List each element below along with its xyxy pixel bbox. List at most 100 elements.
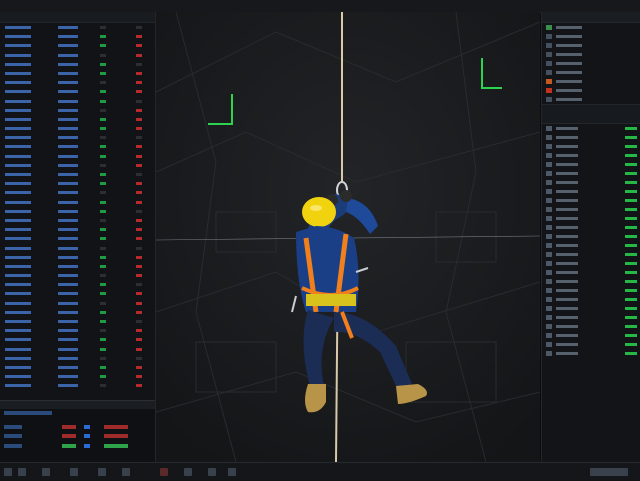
- row-cell: [556, 325, 578, 328]
- row-cell: [556, 62, 582, 65]
- left-list-row[interactable]: [0, 308, 155, 317]
- left-list-row[interactable]: [0, 60, 155, 69]
- left-list-row[interactable]: [0, 124, 155, 133]
- row-cell: [58, 62, 78, 66]
- right-list-row[interactable]: [542, 286, 640, 295]
- right-list-row[interactable]: [542, 304, 640, 313]
- left-list-row[interactable]: [0, 207, 155, 216]
- left-list-row[interactable]: [0, 41, 155, 50]
- left-list-row[interactable]: [0, 32, 155, 41]
- left-list-row[interactable]: [0, 142, 155, 151]
- toolbar-button[interactable]: [160, 468, 168, 476]
- right-top-row[interactable]: [542, 23, 640, 32]
- left-list-row[interactable]: [0, 280, 155, 289]
- row-cell: [556, 127, 578, 130]
- left-list-row[interactable]: [0, 78, 155, 87]
- toolbar-button[interactable]: [42, 468, 50, 476]
- right-list-row[interactable]: [542, 196, 640, 205]
- right-list-row[interactable]: [542, 124, 640, 133]
- row-cell: [100, 301, 106, 305]
- row-cell: [5, 127, 31, 131]
- left-list-row[interactable]: [0, 179, 155, 188]
- right-list-row[interactable]: [542, 295, 640, 304]
- right-list-row[interactable]: [542, 205, 640, 214]
- left-list-row[interactable]: [0, 115, 155, 124]
- left-list-row[interactable]: [0, 216, 155, 225]
- row-cell: [100, 347, 106, 351]
- row-cell: [556, 163, 578, 166]
- left-list-row[interactable]: [0, 299, 155, 308]
- row-cell: [5, 310, 31, 314]
- left-list-row[interactable]: [0, 244, 155, 253]
- left-list-row[interactable]: [0, 381, 155, 390]
- toolbar-button[interactable]: [184, 468, 192, 476]
- right-list-row[interactable]: [542, 250, 640, 259]
- left-list-row[interactable]: [0, 225, 155, 234]
- right-top-row[interactable]: [542, 50, 640, 59]
- right-top-row[interactable]: [542, 41, 640, 50]
- right-list-row[interactable]: [542, 241, 640, 250]
- left-list-row[interactable]: [0, 133, 155, 142]
- left-list-row[interactable]: [0, 23, 155, 32]
- left-list-row[interactable]: [0, 271, 155, 280]
- right-top-row[interactable]: [542, 68, 640, 77]
- left-list-row[interactable]: [0, 253, 155, 262]
- right-top-row[interactable]: [542, 77, 640, 86]
- toolbar-button[interactable]: [98, 468, 106, 476]
- left-list-row[interactable]: [0, 106, 155, 115]
- right-list-row[interactable]: [542, 142, 640, 151]
- toolbar-button[interactable]: [18, 468, 26, 476]
- left-list-row[interactable]: [0, 152, 155, 161]
- right-list-row[interactable]: [542, 322, 640, 331]
- row-cell: [556, 262, 578, 265]
- left-list-row[interactable]: [0, 372, 155, 381]
- left-list-row[interactable]: [0, 188, 155, 197]
- right-list-row[interactable]: [542, 151, 640, 160]
- right-list-row[interactable]: [542, 187, 640, 196]
- toolbar-button[interactable]: [4, 468, 12, 476]
- right-top-row[interactable]: [542, 59, 640, 68]
- right-top-row[interactable]: [542, 95, 640, 104]
- right-list-row[interactable]: [542, 178, 640, 187]
- left-list-row[interactable]: [0, 198, 155, 207]
- left-list-row[interactable]: [0, 354, 155, 363]
- right-top-row[interactable]: [542, 86, 640, 95]
- left-list-row[interactable]: [0, 170, 155, 179]
- right-list-row[interactable]: [542, 223, 640, 232]
- left-list-row[interactable]: [0, 51, 155, 60]
- right-list-row[interactable]: [542, 214, 640, 223]
- left-list-row[interactable]: [0, 289, 155, 298]
- right-list-row[interactable]: [542, 340, 640, 349]
- right-list-row[interactable]: [542, 169, 640, 178]
- toolbar-button[interactable]: [122, 468, 130, 476]
- toolbar-dropdown[interactable]: [590, 468, 628, 476]
- right-list-row[interactable]: [542, 232, 640, 241]
- right-list-row[interactable]: [542, 331, 640, 340]
- left-list-row[interactable]: [0, 234, 155, 243]
- left-list-row[interactable]: [0, 161, 155, 170]
- right-top-row[interactable]: [542, 32, 640, 41]
- left-list-row[interactable]: [0, 69, 155, 78]
- left-list-row[interactable]: [0, 97, 155, 106]
- right-list-row[interactable]: [542, 259, 640, 268]
- left-list-row[interactable]: [0, 363, 155, 372]
- right-list-row[interactable]: [542, 313, 640, 322]
- row-cell: [5, 99, 31, 103]
- right-list-row[interactable]: [542, 133, 640, 142]
- left-list-row[interactable]: [0, 87, 155, 96]
- right-list-row[interactable]: [542, 268, 640, 277]
- right-list-row[interactable]: [542, 277, 640, 286]
- row-cell: [100, 320, 106, 323]
- left-list-row[interactable]: [0, 317, 155, 326]
- row-value: [625, 343, 637, 346]
- left-list-row[interactable]: [0, 335, 155, 344]
- left-list-row[interactable]: [0, 345, 155, 354]
- row-cell: [136, 71, 142, 75]
- right-list-row[interactable]: [542, 349, 640, 358]
- toolbar-button[interactable]: [208, 468, 216, 476]
- toolbar-button[interactable]: [228, 468, 236, 476]
- toolbar-button[interactable]: [70, 468, 78, 476]
- left-list-row[interactable]: [0, 262, 155, 271]
- left-list-row[interactable]: [0, 326, 155, 335]
- right-list-row[interactable]: [542, 160, 640, 169]
